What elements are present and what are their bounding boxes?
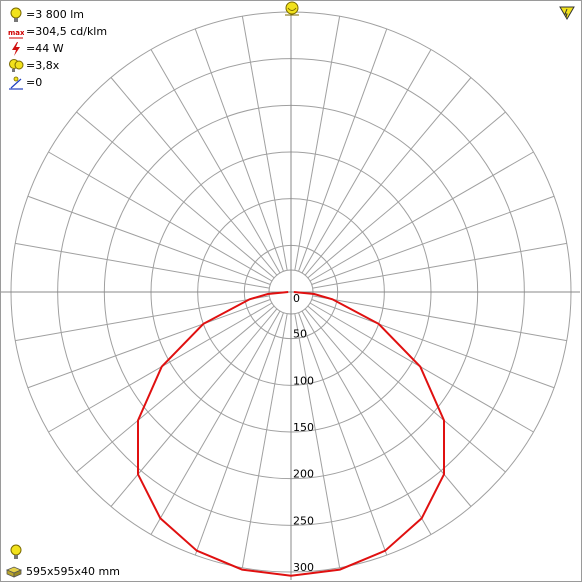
grid-spoke-190 xyxy=(241,313,288,568)
tilt-row: =0 xyxy=(8,74,107,91)
radial-tick-label-200: 200 xyxy=(293,468,314,481)
dimensions-label: 595x595x40 mm xyxy=(26,565,120,578)
grid-spoke-300 xyxy=(48,151,273,282)
grid-spoke-40 xyxy=(304,77,472,276)
svg-text:max: max xyxy=(8,29,24,37)
grid-spoke-200 xyxy=(194,312,284,556)
efficacy-icon xyxy=(9,58,24,72)
grid-spoke-240 xyxy=(48,302,273,433)
radial-tick-label-150: 150 xyxy=(293,421,314,434)
lamp-icon xyxy=(10,7,22,22)
tilt-icon xyxy=(9,76,23,90)
grid-spoke-350 xyxy=(241,16,288,271)
efficacy-row: =3,8x xyxy=(8,57,107,74)
efficacy-value: =3,8x xyxy=(26,59,60,72)
flux-value: =3 800 lm xyxy=(26,8,84,21)
grid-spoke-340 xyxy=(194,28,284,272)
grid-spoke-320 xyxy=(110,77,278,276)
flux-row: =3 800 lm xyxy=(8,6,107,23)
grid-spoke-260 xyxy=(15,295,270,342)
radial-tick-label-300: 300 xyxy=(293,561,314,574)
max-intensity-row: max =304,5 cd/klm xyxy=(8,23,107,40)
grid-spoke-30 xyxy=(301,49,432,274)
grid-spoke-310 xyxy=(76,111,275,279)
grid-spoke-100 xyxy=(312,295,567,342)
max-icon: max xyxy=(8,29,24,38)
luminaire-icon xyxy=(6,566,22,578)
info-legend: =3 800 lm max =304,5 cd/klm =44 W =3,8x … xyxy=(8,6,107,91)
tilt-value: =0 xyxy=(26,76,43,89)
lamp-icon xyxy=(10,544,22,559)
grid-spoke-130 xyxy=(307,305,506,473)
radial-tick-label-0: 0 xyxy=(293,292,300,305)
grid-spoke-220 xyxy=(110,308,278,507)
grid-spoke-50 xyxy=(307,111,506,279)
grid-spoke-20 xyxy=(298,28,388,272)
grid-spoke-210 xyxy=(150,310,281,535)
warning-icon xyxy=(559,6,575,20)
radial-tick-label-100: 100 xyxy=(293,374,314,387)
power-icon xyxy=(12,41,20,56)
axes xyxy=(1,12,580,580)
grid-spoke-10 xyxy=(294,16,341,271)
grid-spoke-140 xyxy=(304,308,472,507)
grid-spoke-120 xyxy=(309,302,534,433)
lamp-top-icon xyxy=(285,1,299,16)
max-intensity-value: =304,5 cd/klm xyxy=(26,25,108,38)
grid-spoke-230 xyxy=(76,305,275,473)
radial-tick-label-250: 250 xyxy=(293,514,314,527)
grid-spoke-170 xyxy=(294,313,341,568)
grid-spoke-250 xyxy=(27,299,271,389)
grid-spoke-290 xyxy=(27,195,271,285)
power-row: =44 W xyxy=(8,40,107,57)
radial-tick-label-50: 50 xyxy=(293,328,307,341)
grid-spoke-150 xyxy=(301,310,432,535)
grid-spoke-110 xyxy=(311,299,555,389)
grid-spoke-60 xyxy=(309,151,534,282)
power-value: =44 W xyxy=(26,42,64,55)
grid-spoke-80 xyxy=(312,242,567,289)
grid-spoke-330 xyxy=(150,49,281,274)
luminaire-dimensions: 595x595x40 mm xyxy=(6,565,120,578)
grid-spoke-70 xyxy=(311,195,555,285)
grid-spoke-280 xyxy=(15,242,270,289)
